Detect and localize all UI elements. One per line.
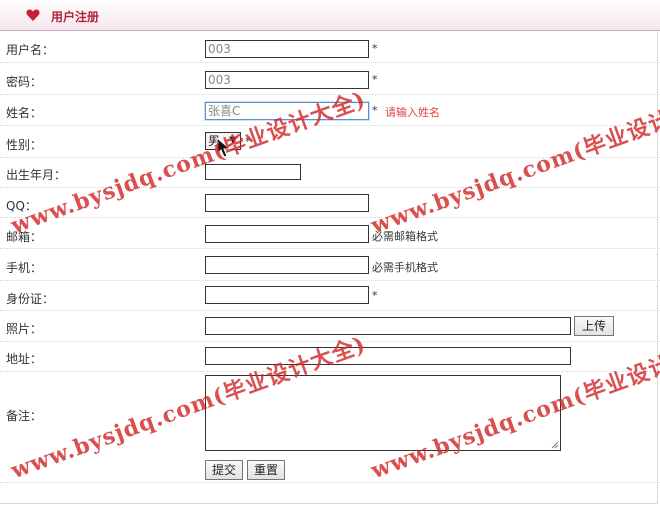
- required-mark: *: [245, 135, 251, 148]
- required-mark: *: [372, 104, 378, 117]
- form-row-email: 邮箱： 必需邮箱格式: [0, 218, 660, 249]
- panel-header: 用户注册: [0, 0, 660, 31]
- mobile-input[interactable]: [205, 256, 369, 274]
- mouse-cursor-icon: [216, 137, 232, 158]
- username-input[interactable]: 003: [205, 40, 369, 58]
- birthdate-label: 出生年月：: [6, 168, 67, 182]
- page-title: 用户注册: [51, 10, 100, 24]
- required-mark: *: [372, 289, 378, 302]
- username-label: 用户名：: [6, 43, 55, 57]
- required-mark: *: [372, 42, 378, 55]
- form-bottom-divider: [0, 482, 660, 483]
- qq-input[interactable]: [205, 194, 369, 212]
- mobile-label: 手机：: [6, 261, 43, 275]
- realname-hint: 请输入姓名: [385, 106, 440, 119]
- email-hint: 必需邮箱格式: [372, 230, 438, 243]
- email-input[interactable]: [205, 225, 369, 243]
- idcard-label: 身份证：: [6, 292, 55, 306]
- password-input[interactable]: 003: [205, 71, 369, 89]
- upload-button[interactable]: 上传: [574, 316, 614, 336]
- reset-button[interactable]: 重置: [247, 460, 285, 480]
- qq-label: QQ：: [6, 199, 37, 213]
- gender-label: 性别：: [6, 138, 43, 152]
- remark-label: 备注：: [6, 409, 43, 423]
- password-label: 密码：: [6, 75, 43, 89]
- form-row-username: 用户名： 003 *: [0, 31, 660, 63]
- required-mark: *: [372, 73, 378, 86]
- form-row-gender: 性别： 男 ▼ *: [0, 126, 660, 158]
- remark-textarea[interactable]: [205, 375, 561, 451]
- submit-button[interactable]: 提交: [205, 460, 243, 480]
- resize-grip-icon[interactable]: [551, 441, 559, 449]
- mobile-hint: 必需手机格式: [372, 261, 438, 274]
- address-input[interactable]: [205, 347, 571, 365]
- form-row-qq: QQ：: [0, 188, 660, 218]
- idcard-input[interactable]: [205, 286, 369, 304]
- form-row-photo: 照片： 上传: [0, 311, 660, 342]
- form-row-password: 密码： 003 *: [0, 63, 660, 95]
- photo-label: 照片：: [6, 322, 43, 336]
- realname-label: 姓名：: [6, 106, 43, 120]
- form-row-address: 地址：: [0, 342, 660, 372]
- form-row-mobile: 手机： 必需手机格式: [0, 249, 660, 281]
- email-label: 邮箱：: [6, 230, 43, 244]
- photo-input[interactable]: [205, 317, 571, 335]
- heart-icon: [26, 9, 40, 21]
- birthdate-input[interactable]: [205, 164, 301, 180]
- form-row-birthdate: 出生年月：: [0, 158, 660, 188]
- form-row-idcard: 身份证： *: [0, 281, 660, 311]
- realname-input[interactable]: 张喜C: [205, 102, 369, 120]
- address-label: 地址：: [6, 352, 43, 366]
- form-row-realname: 姓名： 张喜C * 请输入姓名: [0, 95, 660, 126]
